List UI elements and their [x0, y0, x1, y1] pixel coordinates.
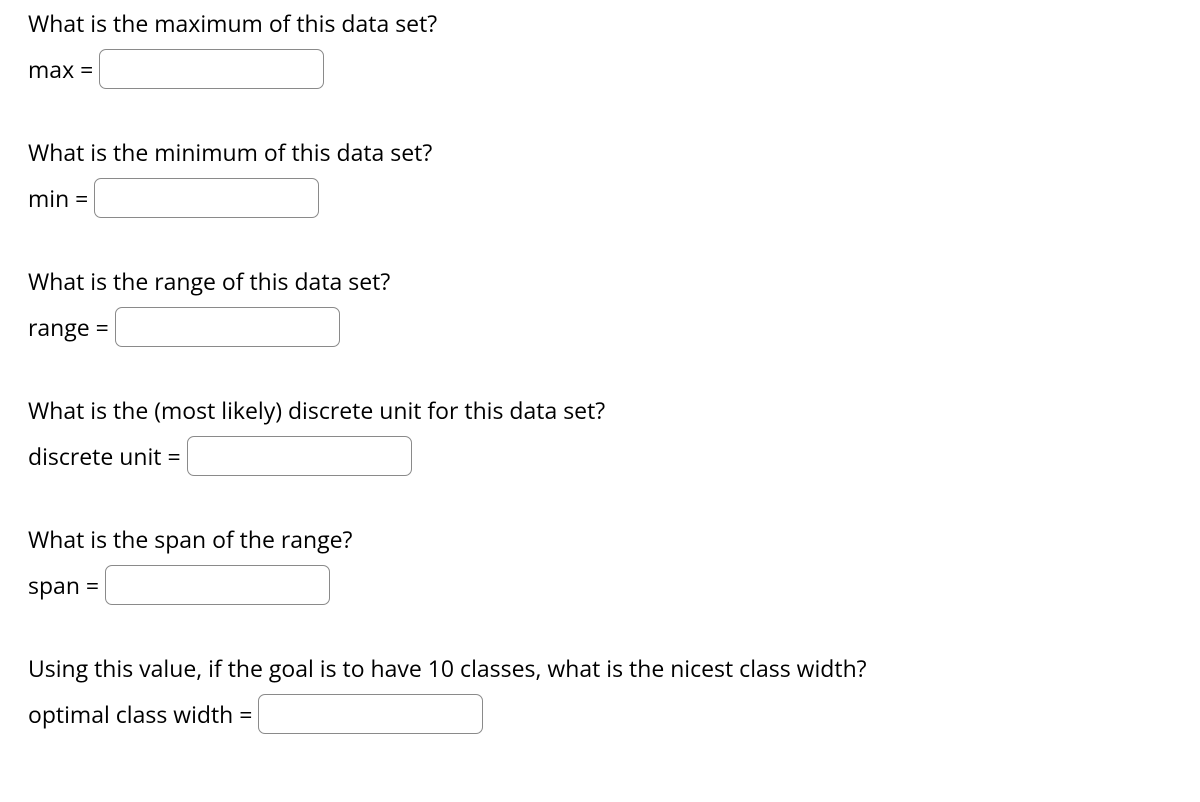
question-prompt: What is the range of this data set? — [28, 266, 1172, 297]
answer-label: min = — [28, 182, 88, 214]
question-prompt: What is the span of the range? — [28, 524, 1172, 555]
answer-label: max = — [28, 53, 93, 85]
question-discrete-unit: What is the (most likely) discrete unit … — [28, 395, 1172, 476]
answer-label: span = — [28, 569, 99, 601]
answer-line: max = — [28, 49, 1172, 89]
answer-line: min = — [28, 178, 1172, 218]
answer-line: discrete unit = — [28, 436, 1172, 476]
question-prompt: What is the maximum of this data set? — [28, 8, 1172, 39]
question-prompt: What is the (most likely) discrete unit … — [28, 395, 1172, 426]
question-max: What is the maximum of this data set? ma… — [28, 8, 1172, 89]
optimal-class-width-input[interactable] — [258, 694, 483, 734]
span-input[interactable] — [105, 565, 330, 605]
discrete-unit-input[interactable] — [187, 436, 412, 476]
answer-label: discrete unit = — [28, 440, 181, 472]
question-class-width: Using this value, if the goal is to have… — [28, 653, 1172, 734]
max-input[interactable] — [99, 49, 324, 89]
answer-label: range = — [28, 311, 109, 343]
question-span: What is the span of the range? span = — [28, 524, 1172, 605]
answer-line: optimal class width = — [28, 694, 1172, 734]
question-range: What is the range of this data set? rang… — [28, 266, 1172, 347]
range-input[interactable] — [115, 307, 340, 347]
question-min: What is the minimum of this data set? mi… — [28, 137, 1172, 218]
answer-line: range = — [28, 307, 1172, 347]
answer-line: span = — [28, 565, 1172, 605]
question-prompt: Using this value, if the goal is to have… — [28, 653, 1172, 684]
question-prompt: What is the minimum of this data set? — [28, 137, 1172, 168]
min-input[interactable] — [94, 178, 319, 218]
answer-label: optimal class width = — [28, 698, 252, 730]
